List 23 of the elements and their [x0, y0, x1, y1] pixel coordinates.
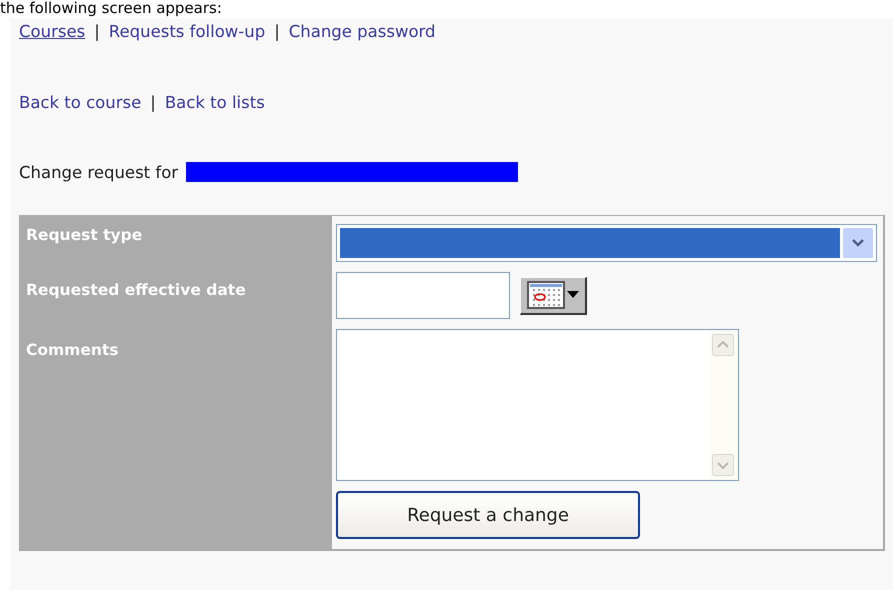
caret-icon — [567, 291, 579, 299]
scroll-up-button[interactable] — [712, 334, 734, 356]
nav-link[interactable]: Requests follow-up — [108, 22, 266, 40]
calendar-button[interactable] — [520, 276, 587, 314]
intro-text: the following screen appears: — [0, 0, 222, 17]
request-type-dropdown[interactable] — [336, 224, 877, 262]
nav-link[interactable]: Back to lists — [164, 92, 265, 112]
link-separator: | — [150, 92, 156, 112]
field-label: Request type — [26, 226, 144, 246]
nav-link[interactable]: Back to course — [19, 92, 142, 112]
heading-text: Change request for — [19, 162, 178, 182]
date-input-field[interactable] — [336, 272, 510, 319]
nav-link[interactable]: Change password — [288, 22, 436, 40]
field-label: Requested effective date — [26, 281, 247, 301]
comments-text-area[interactable] — [336, 329, 739, 481]
scroll-down-button[interactable] — [712, 454, 734, 476]
calendar-icon — [527, 281, 565, 309]
link-separator: | — [274, 22, 280, 40]
chevron-down-icon — [851, 238, 865, 248]
nav-link[interactable]: Courses — [19, 22, 86, 40]
field-label: Comments — [26, 341, 120, 361]
request-change-button[interactable]: Request a change — [336, 491, 640, 539]
link-separator: | — [94, 22, 100, 40]
